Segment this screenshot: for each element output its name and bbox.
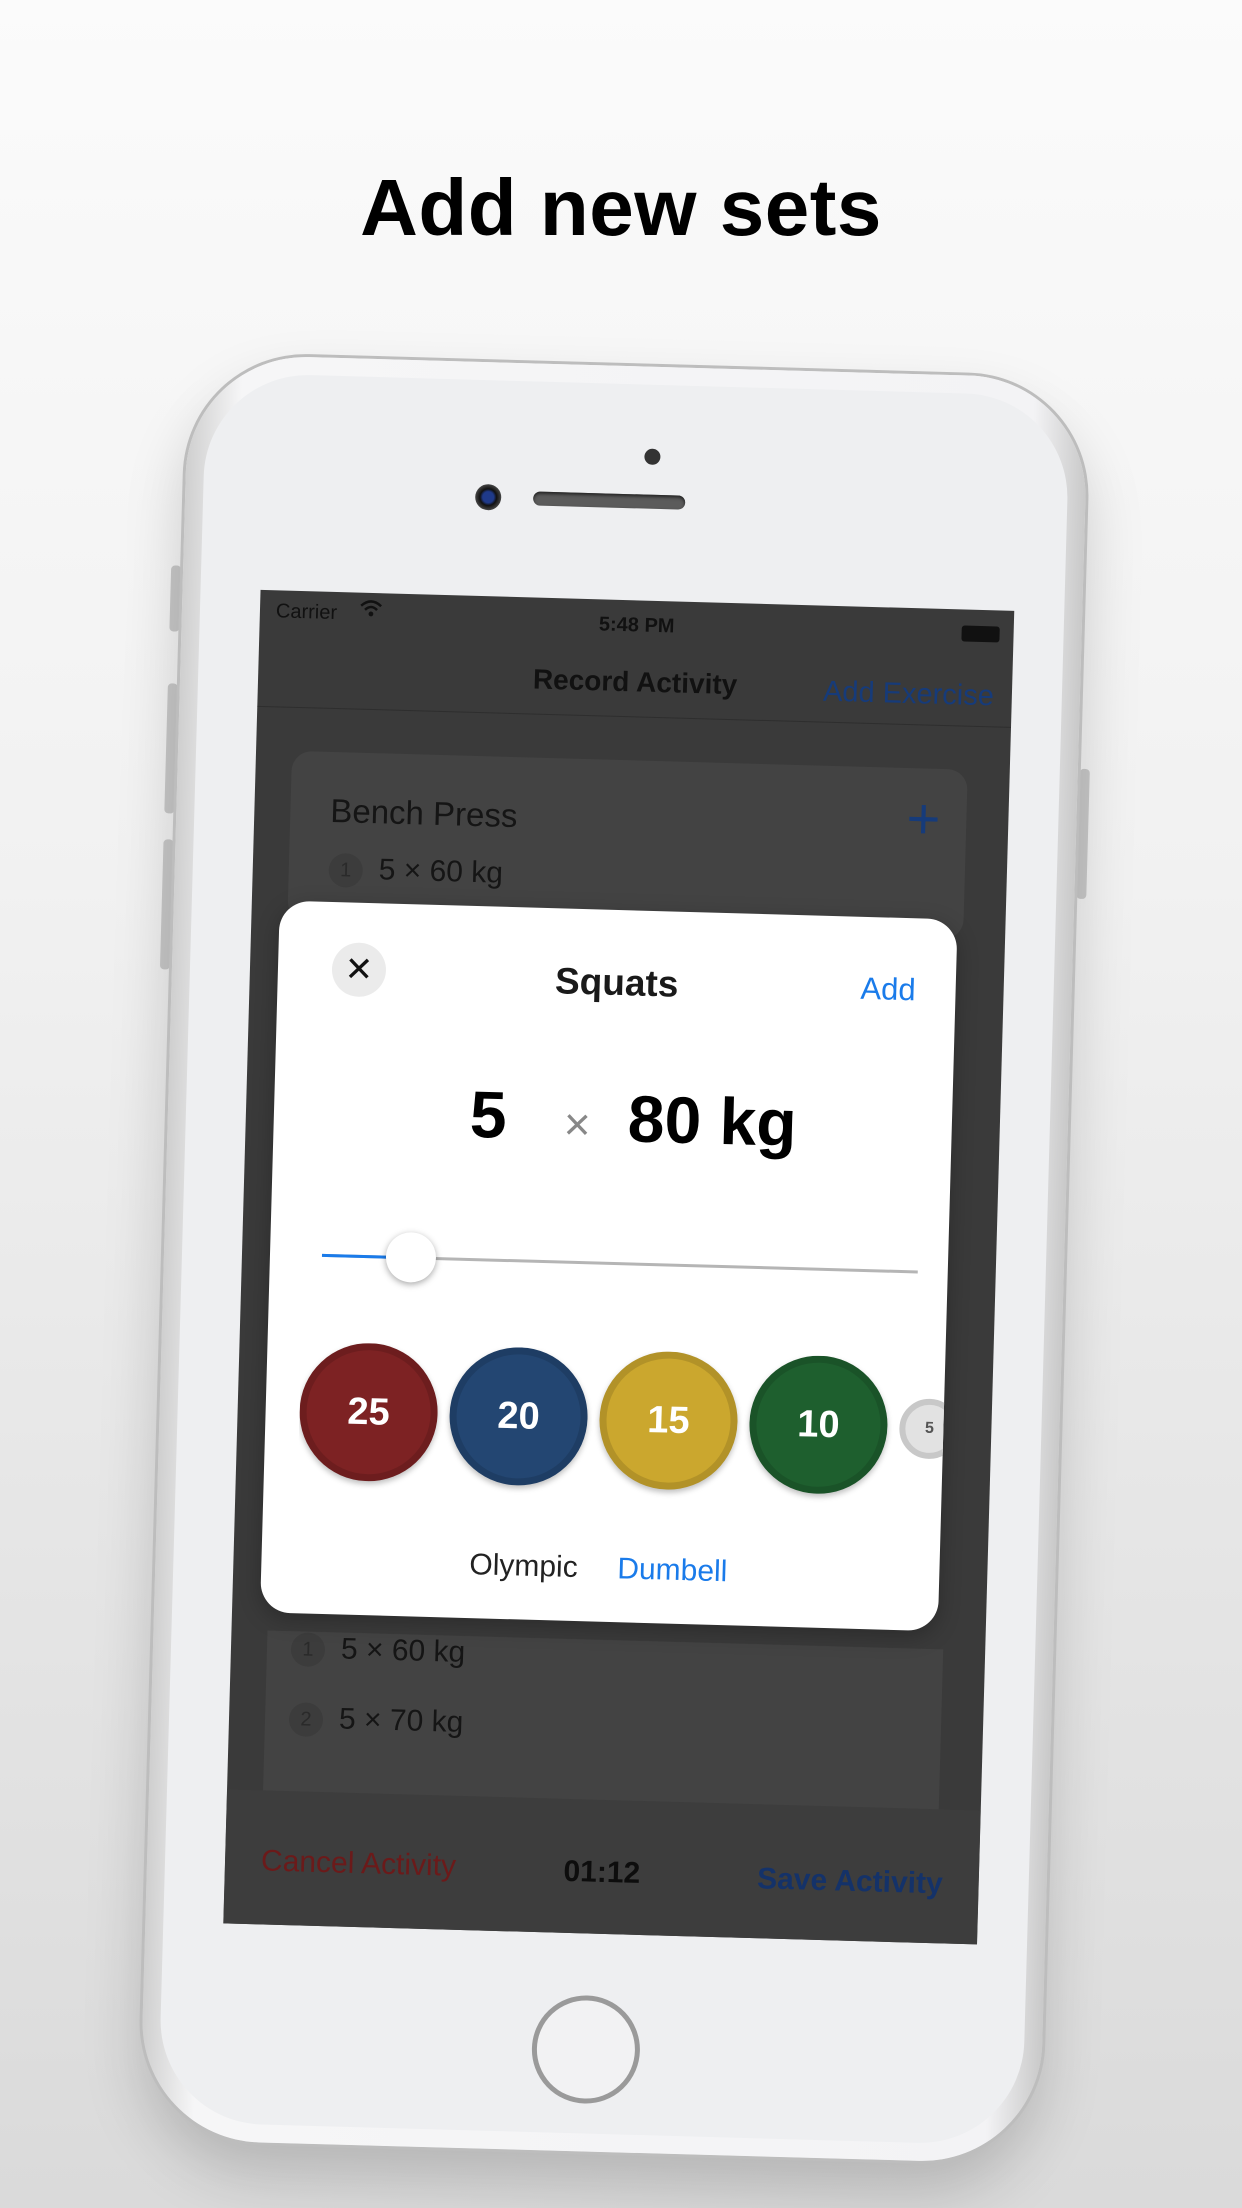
plate-picker: 25 20 15 10 5 (297, 1341, 946, 1509)
mute-switch (169, 565, 182, 632)
plate-label: 15 (646, 1399, 691, 1443)
slider-thumb[interactable] (385, 1231, 438, 1284)
phone-face: Carrier 5:48 PM Record Activity Add Exer… (157, 372, 1071, 2146)
set-number: 1 (328, 852, 364, 888)
plate-label: 10 (796, 1403, 841, 1447)
set-row: 1 5 × 60 kg (328, 852, 503, 892)
front-camera-icon (474, 483, 502, 511)
set-text: 5 × 70 kg (338, 1702, 464, 1739)
weight-value[interactable]: 80 kg (627, 1080, 798, 1161)
plate-15[interactable]: 15 (597, 1349, 740, 1492)
set-row: 1 5 × 60 kg (290, 1631, 466, 1671)
power-button (1076, 768, 1090, 900)
earpiece-speaker (533, 491, 686, 510)
set-text: 5 × 60 kg (378, 853, 504, 890)
headline: Add new sets (360, 163, 882, 252)
set-number: 2 (288, 1702, 324, 1738)
tab-dumbell[interactable]: Dumbell (617, 1552, 728, 1589)
plate-25[interactable]: 25 (297, 1341, 440, 1484)
tab-olympic[interactable]: Olympic (469, 1548, 578, 1585)
plate-label: 20 (496, 1394, 541, 1438)
battery-icon (961, 625, 1000, 643)
modal-title: Squats (554, 960, 679, 1005)
exercise-title: Bench Press (329, 791, 518, 835)
plus-icon[interactable]: + (906, 786, 942, 852)
phone-body: Carrier 5:48 PM Record Activity Add Exer… (139, 353, 1089, 2165)
app-screen: Carrier 5:48 PM Record Activity Add Exer… (223, 589, 1015, 1945)
set-number: 1 (290, 1632, 326, 1668)
plate-10[interactable]: 10 (747, 1353, 890, 1496)
plate-5[interactable]: 5 (898, 1398, 946, 1460)
add-button[interactable]: Add (860, 971, 916, 1009)
home-button[interactable] (530, 1994, 642, 2106)
phone-frame: Carrier 5:48 PM Record Activity Add Exer… (139, 353, 1090, 2165)
save-activity-button[interactable]: Save Activity (757, 1862, 944, 1901)
add-set-modal: ✕ Squats Add 5 × 80 kg 25 20 15 10 5 Oly… (259, 900, 958, 1632)
bottom-toolbar: Cancel Activity 01:12 Save Activity (223, 1789, 981, 1945)
reps-slider[interactable] (321, 1231, 918, 1284)
plate-label: 25 (346, 1390, 391, 1434)
proximity-sensor (644, 448, 661, 465)
add-exercise-button[interactable]: Add Exercise (823, 676, 995, 714)
plate-label: 5 (924, 1419, 935, 1437)
reps-value[interactable]: 5 (469, 1076, 508, 1153)
plate-20[interactable]: 20 (447, 1345, 590, 1488)
set-row: 2 5 × 70 kg (288, 1701, 464, 1741)
times-icon: × (563, 1097, 592, 1151)
set-text: 5 × 60 kg (340, 1632, 466, 1669)
